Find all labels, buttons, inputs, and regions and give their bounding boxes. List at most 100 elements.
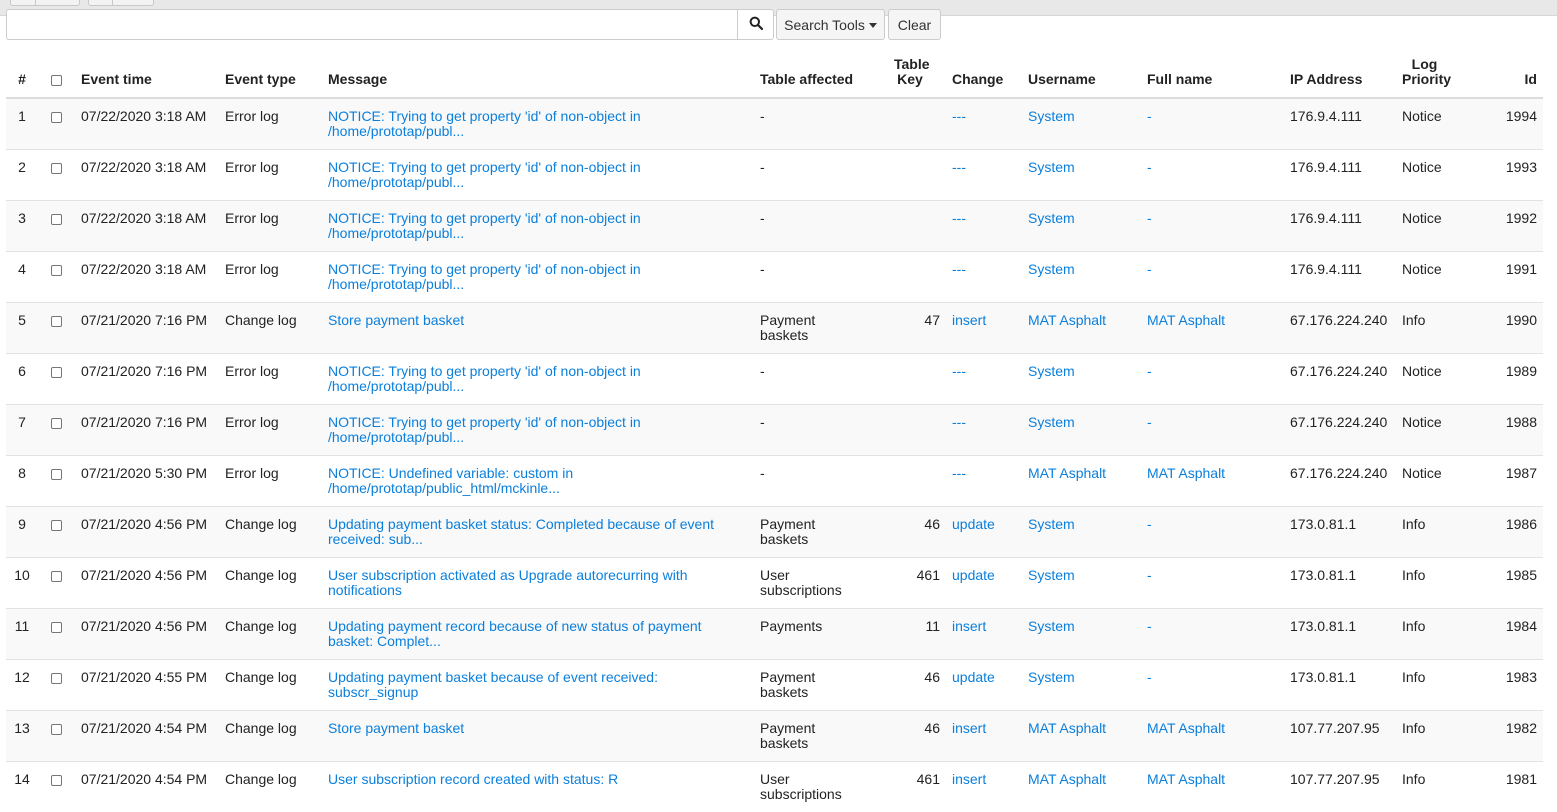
search-tools-button[interactable]: Search Tools (776, 9, 885, 40)
row-checkbox[interactable] (51, 622, 62, 633)
full-name-link[interactable]: - (1147, 210, 1152, 226)
message-link[interactable]: NOTICE: Trying to get property 'id' of n… (328, 363, 641, 394)
username-link[interactable]: MAT Asphalt (1028, 771, 1106, 787)
full-name-link[interactable]: MAT Asphalt (1147, 771, 1225, 787)
message-link[interactable]: NOTICE: Undefined variable: custom in /h… (328, 465, 573, 496)
change-link[interactable]: insert (952, 720, 986, 736)
table-row[interactable]: 707/21/2020 7:16 PMError logNOTICE: Tryi… (6, 405, 1543, 456)
table-row[interactable]: 1407/21/2020 4:54 PMChange logUser subsc… (6, 762, 1543, 812)
username-link[interactable]: System (1028, 567, 1075, 583)
col-header-event-type[interactable]: Event type (219, 52, 322, 98)
table-row[interactable]: 1107/21/2020 4:56 PMChange logUpdating p… (6, 609, 1543, 660)
row-checkbox[interactable] (51, 265, 62, 276)
col-header-ip-address[interactable]: IP Address (1284, 52, 1396, 98)
clear-button[interactable]: Clear (888, 9, 941, 40)
username-link[interactable]: MAT Asphalt (1028, 720, 1106, 736)
col-header-message[interactable]: Message (322, 52, 754, 98)
full-name-link[interactable]: - (1147, 108, 1152, 124)
row-checkbox[interactable] (51, 571, 62, 582)
username-link[interactable]: System (1028, 261, 1075, 277)
row-checkbox[interactable] (51, 775, 62, 786)
col-header-id[interactable]: Id (1475, 52, 1543, 98)
full-name-link[interactable]: - (1147, 516, 1152, 532)
col-header-full-name[interactable]: Full name (1141, 52, 1284, 98)
username-link[interactable]: System (1028, 516, 1075, 532)
message-link[interactable]: Store payment basket (328, 720, 464, 736)
change-link[interactable]: update (952, 567, 995, 583)
table-row[interactable]: 1207/21/2020 4:55 PMChange logUpdating p… (6, 660, 1543, 711)
message-link[interactable]: NOTICE: Trying to get property 'id' of n… (328, 414, 641, 445)
row-checkbox[interactable] (51, 520, 62, 531)
search-input[interactable] (6, 9, 737, 40)
change-link[interactable]: update (952, 516, 995, 532)
change-link[interactable]: insert (952, 618, 986, 634)
username-link[interactable]: System (1028, 363, 1075, 379)
row-checkbox[interactable] (51, 367, 62, 378)
table-row[interactable]: 807/21/2020 5:30 PMError logNOTICE: Unde… (6, 456, 1543, 507)
table-row[interactable]: 307/22/2020 3:18 AMError logNOTICE: Tryi… (6, 201, 1543, 252)
row-checkbox[interactable] (51, 724, 62, 735)
change-link[interactable]: insert (952, 312, 986, 328)
message-link[interactable]: Updating payment basket because of event… (328, 669, 658, 700)
row-checkbox[interactable] (51, 163, 62, 174)
toolbar-button-group-1[interactable] (10, 0, 80, 6)
username-link[interactable]: MAT Asphalt (1028, 312, 1106, 328)
full-name-link[interactable]: MAT Asphalt (1147, 720, 1225, 736)
search-button[interactable] (737, 9, 774, 40)
col-header-select[interactable] (38, 52, 75, 98)
row-checkbox[interactable] (51, 112, 62, 123)
col-header-log-priority[interactable]: Log Priority (1396, 52, 1475, 98)
full-name-link[interactable]: - (1147, 567, 1152, 583)
full-name-link[interactable]: MAT Asphalt (1147, 312, 1225, 328)
full-name-link[interactable]: MAT Asphalt (1147, 465, 1225, 481)
full-name-link[interactable]: - (1147, 159, 1152, 175)
row-checkbox[interactable] (51, 316, 62, 327)
change-link[interactable]: --- (952, 159, 966, 175)
change-link[interactable]: insert (952, 771, 986, 787)
table-row[interactable]: 1007/21/2020 4:56 PMChange logUser subsc… (6, 558, 1543, 609)
row-checkbox[interactable] (51, 418, 62, 429)
message-link[interactable]: NOTICE: Trying to get property 'id' of n… (328, 210, 641, 241)
username-link[interactable]: System (1028, 618, 1075, 634)
col-header-table-key[interactable]: Table Key (864, 52, 946, 98)
col-header-num[interactable]: # (6, 52, 38, 98)
row-checkbox[interactable] (51, 469, 62, 480)
col-header-event-time[interactable]: Event time (75, 52, 219, 98)
message-link[interactable]: User subscription record created with st… (328, 771, 618, 787)
table-row[interactable]: 407/22/2020 3:18 AMError logNOTICE: Tryi… (6, 252, 1543, 303)
change-link[interactable]: --- (952, 210, 966, 226)
change-link[interactable]: --- (952, 261, 966, 277)
row-checkbox[interactable] (51, 214, 62, 225)
username-link[interactable]: System (1028, 210, 1075, 226)
col-header-username[interactable]: Username (1022, 52, 1141, 98)
username-link[interactable]: System (1028, 669, 1075, 685)
change-link[interactable]: --- (952, 108, 966, 124)
username-link[interactable]: System (1028, 414, 1075, 430)
col-header-table-affected[interactable]: Table affected (754, 52, 864, 98)
change-link[interactable]: update (952, 669, 995, 685)
message-link[interactable]: User subscription activated as Upgrade a… (328, 567, 688, 598)
table-row[interactable]: 507/21/2020 7:16 PMChange logStore payme… (6, 303, 1543, 354)
full-name-link[interactable]: - (1147, 669, 1152, 685)
message-link[interactable]: NOTICE: Trying to get property 'id' of n… (328, 108, 641, 139)
table-row[interactable]: 907/21/2020 4:56 PMChange logUpdating pa… (6, 507, 1543, 558)
table-row[interactable]: 107/22/2020 3:18 AMError logNOTICE: Tryi… (6, 98, 1543, 150)
full-name-link[interactable]: - (1147, 363, 1152, 379)
change-link[interactable]: --- (952, 363, 966, 379)
full-name-link[interactable]: - (1147, 414, 1152, 430)
username-link[interactable]: MAT Asphalt (1028, 465, 1106, 481)
username-link[interactable]: System (1028, 159, 1075, 175)
username-link[interactable]: System (1028, 108, 1075, 124)
message-link[interactable]: Store payment basket (328, 312, 464, 328)
table-row[interactable]: 207/22/2020 3:18 AMError logNOTICE: Tryi… (6, 150, 1543, 201)
message-link[interactable]: NOTICE: Trying to get property 'id' of n… (328, 261, 641, 292)
table-row[interactable]: 607/21/2020 7:16 PMError logNOTICE: Tryi… (6, 354, 1543, 405)
change-link[interactable]: --- (952, 414, 966, 430)
table-row[interactable]: 1307/21/2020 4:54 PMChange logStore paym… (6, 711, 1543, 762)
col-header-change[interactable]: Change (946, 52, 1022, 98)
message-link[interactable]: NOTICE: Trying to get property 'id' of n… (328, 159, 641, 190)
message-link[interactable]: Updating payment record because of new s… (328, 618, 702, 649)
message-link[interactable]: Updating payment basket status: Complete… (328, 516, 714, 547)
full-name-link[interactable]: - (1147, 261, 1152, 277)
full-name-link[interactable]: - (1147, 618, 1152, 634)
